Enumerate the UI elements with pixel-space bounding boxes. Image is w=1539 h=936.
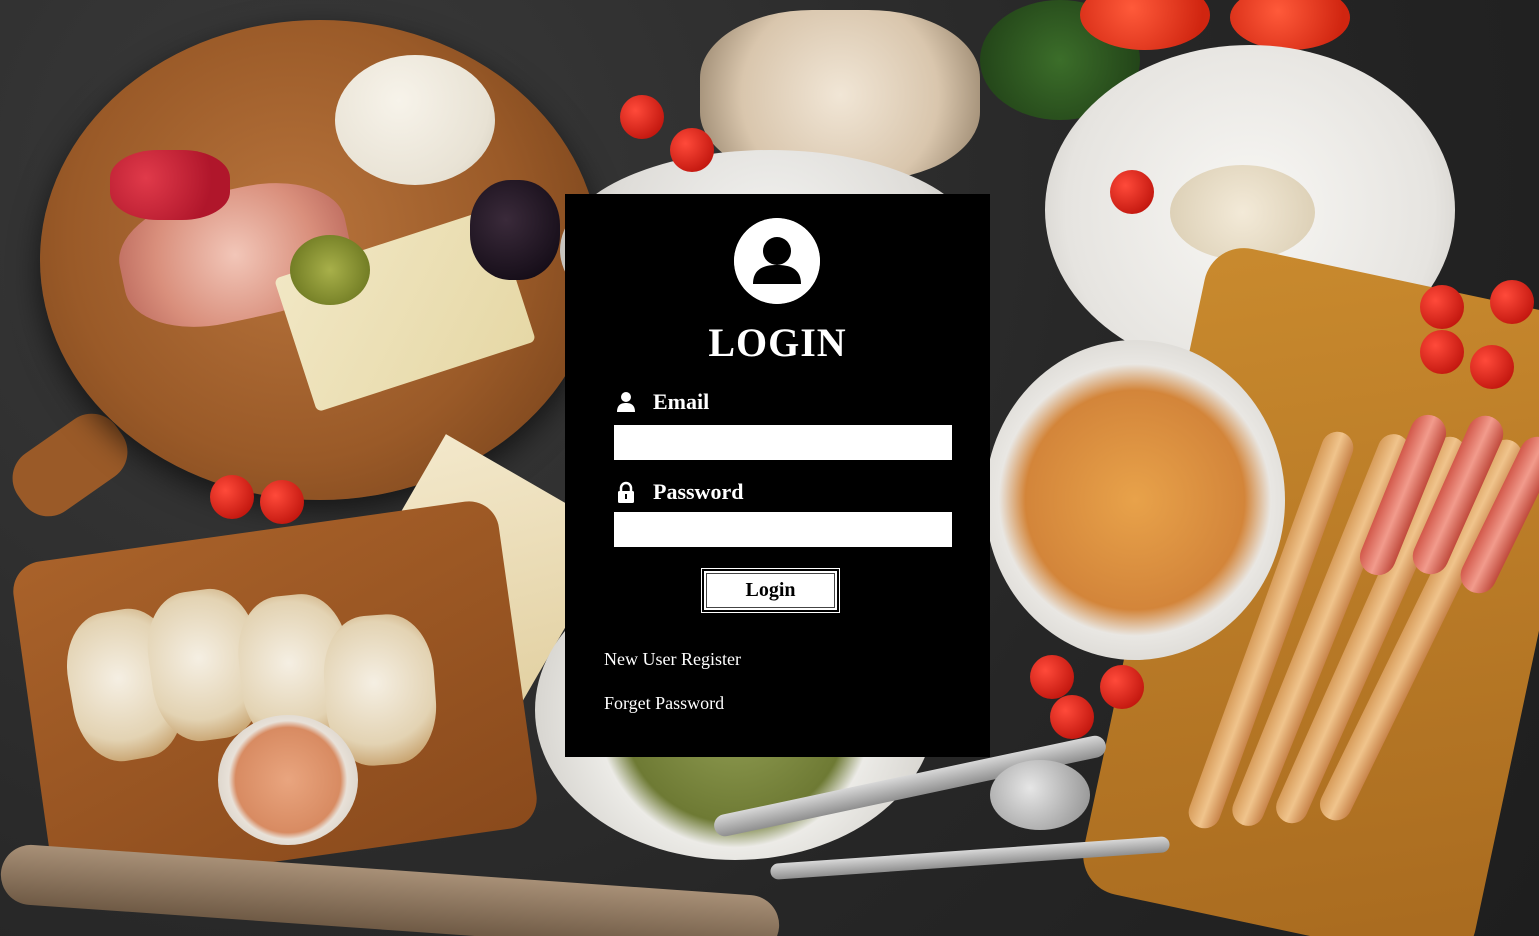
driftwood xyxy=(0,842,782,936)
spoon-head xyxy=(990,760,1090,830)
olives xyxy=(290,235,370,305)
cherry-tomato xyxy=(1110,170,1154,214)
login-panel: LOGIN Email Password Login New User Regi… xyxy=(565,194,990,757)
cheese-wheel xyxy=(335,55,495,185)
cherry-tomato xyxy=(1420,330,1464,374)
cherry-tomato xyxy=(260,480,304,524)
password-label-text: Password xyxy=(653,479,744,504)
cherry-tomato xyxy=(1100,665,1144,709)
password-label: Password xyxy=(615,479,743,505)
cherry-tomato xyxy=(1030,655,1074,699)
cherry-tomato xyxy=(1420,285,1464,329)
new-user-register-link[interactable]: New User Register xyxy=(604,649,741,670)
raspberries xyxy=(110,150,230,220)
puree xyxy=(1170,165,1315,260)
blackberries xyxy=(470,180,560,280)
email-label: Email xyxy=(615,389,709,415)
pasta-plate xyxy=(985,340,1285,660)
user-icon xyxy=(615,391,637,413)
user-circle-icon xyxy=(734,218,820,304)
cherry-tomato xyxy=(1490,280,1534,324)
cherry-tomato xyxy=(1050,695,1094,739)
password-field[interactable] xyxy=(614,512,952,547)
cherry-tomato xyxy=(620,95,664,139)
email-field[interactable] xyxy=(614,425,952,460)
cherry-tomato xyxy=(670,128,714,172)
forget-password-link[interactable]: Forget Password xyxy=(604,693,724,714)
login-button[interactable]: Login xyxy=(702,569,839,612)
email-label-text: Email xyxy=(653,389,710,414)
dip-bowl xyxy=(218,715,358,845)
lock-icon xyxy=(615,481,637,503)
tomato xyxy=(1230,0,1350,50)
cherry-tomato xyxy=(1470,345,1514,389)
cherry-tomato xyxy=(210,475,254,519)
login-title: LOGIN xyxy=(708,320,847,365)
